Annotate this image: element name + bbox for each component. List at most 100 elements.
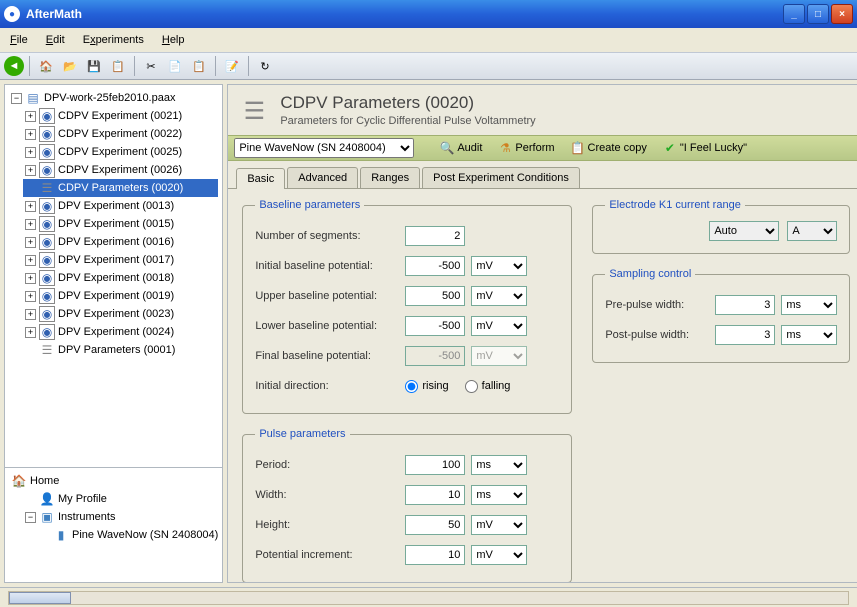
tree-item[interactable]: +◉DPV Experiment (0023) [23,305,218,323]
upper-unit-select[interactable]: mV [471,286,527,306]
tree-item[interactable]: +◉DPV Experiment (0017) [23,251,218,269]
instruments-icon: ▣ [39,509,55,525]
incr-unit-select[interactable]: mV [471,545,527,565]
menu-edit[interactable]: Edit [46,34,65,46]
width-unit-select[interactable]: ms [471,485,527,505]
minimize-button[interactable]: _ [783,4,805,24]
perform-button[interactable]: ⚗Perform [494,139,558,157]
expand-icon[interactable]: + [25,273,36,284]
expand-icon[interactable]: + [25,327,36,338]
tree-item[interactable]: +◉DPV Experiment (0016) [23,233,218,251]
maximize-button[interactable]: □ [807,4,829,24]
init-unit-select[interactable]: mV [471,256,527,276]
height-row: Height: mV [255,510,559,540]
create-copy-button[interactable]: 📋Create copy [567,139,651,157]
tree-item-selected[interactable]: ☰CDPV Parameters (0020) [23,179,218,197]
back-button[interactable]: ◄ [4,56,24,76]
expand-icon[interactable]: + [25,111,36,122]
lucky-button[interactable]: ✔"I Feel Lucky" [659,139,751,157]
close-button[interactable]: × [831,4,853,24]
collapse-icon[interactable]: − [11,93,22,104]
lower-unit-select[interactable]: mV [471,316,527,336]
menu-file[interactable]: File [10,34,28,46]
k1-unit-select[interactable]: A [787,221,837,241]
experiment-tree[interactable]: − ▤ DPV-work-25feb2010.paax +◉CDPV Exper… [5,85,222,467]
save-as-button[interactable]: 📋 [107,55,129,77]
tool-button[interactable]: 📝 [221,55,243,77]
tab-post-experiment[interactable]: Post Experiment Conditions [422,167,580,188]
post-unit-select[interactable]: ms [781,325,837,345]
tree-item[interactable]: +◉DPV Experiment (0018) [23,269,218,287]
pre-unit-select[interactable]: ms [781,295,837,315]
lower-input[interactable] [405,316,465,336]
init-input[interactable] [405,256,465,276]
nseg-label: Number of segments: [255,230,405,242]
rising-radio[interactable]: rising [405,380,448,393]
tree-item[interactable]: +◉DPV Experiment (0015) [23,215,218,233]
expand-icon[interactable]: + [25,309,36,320]
expand-icon[interactable]: + [25,165,36,176]
k1-mode-select[interactable]: Auto [709,221,779,241]
upper-input[interactable] [405,286,465,306]
audit-button[interactable]: 🔍Audit [436,139,486,157]
height-unit-select[interactable]: mV [471,515,527,535]
expand-icon[interactable]: + [25,147,36,158]
post-input[interactable] [715,325,775,345]
tree-item[interactable]: +◉CDPV Experiment (0026) [23,161,218,179]
home-button[interactable]: 🏠 [35,55,57,77]
tree-root[interactable]: − ▤ DPV-work-25feb2010.paax [9,89,218,107]
tab-basic[interactable]: Basic [236,168,285,189]
action-bar: Pine WaveNow (SN 2408004) 🔍Audit ⚗Perfor… [228,135,857,161]
expand-icon[interactable]: + [25,201,36,212]
nseg-input[interactable] [405,226,465,246]
instruments-node[interactable]: −▣Instruments [23,508,218,526]
tree-item[interactable]: ☰DPV Parameters (0001) [23,341,218,359]
open-button[interactable]: 📂 [59,55,81,77]
experiment-icon: ◉ [39,162,55,178]
profile-node[interactable]: 👤My Profile [23,490,218,508]
tree-item[interactable]: +◉DPV Experiment (0013) [23,197,218,215]
home-tree[interactable]: 🏠Home 👤My Profile −▣Instruments ▮Pine Wa… [5,467,222,582]
tree-root-label: DPV-work-25feb2010.paax [44,92,175,104]
height-input[interactable] [405,515,465,535]
tree-item[interactable]: +◉DPV Experiment (0024) [23,323,218,341]
k1-legend: Electrode K1 current range [605,199,744,211]
tab-advanced[interactable]: Advanced [287,167,358,188]
tab-ranges[interactable]: Ranges [360,167,420,188]
width-input[interactable] [405,485,465,505]
tree-item[interactable]: +◉CDPV Experiment (0021) [23,107,218,125]
tree-item[interactable]: +◉CDPV Experiment (0022) [23,125,218,143]
right-pane: ☰ CDPV Parameters (0020) Parameters for … [227,84,857,583]
falling-radio[interactable]: falling [465,380,511,393]
home-node[interactable]: 🏠Home [9,472,218,490]
height-label: Height: [255,519,405,531]
collapse-icon[interactable]: − [25,512,36,523]
expand-icon[interactable]: + [25,255,36,266]
tree-item[interactable]: +◉DPV Experiment (0019) [23,287,218,305]
save-button[interactable]: 💾 [83,55,105,77]
period-input[interactable] [405,455,465,475]
tool-button-2[interactable]: ↻ [254,55,276,77]
paste-button[interactable]: 📋 [188,55,210,77]
device-node[interactable]: ▮Pine WaveNow (SN 2408004) [37,526,218,544]
experiment-icon: ◉ [39,252,55,268]
cut-button[interactable]: ✂ [140,55,162,77]
perform-icon: ⚗ [498,141,512,155]
expand-icon[interactable]: + [25,291,36,302]
menu-help[interactable]: Help [162,34,185,46]
direction-radios: rising falling [405,380,510,393]
period-unit-select[interactable]: ms [471,455,527,475]
expand-icon[interactable]: + [25,237,36,248]
menu-experiments[interactable]: Experiments [83,34,144,46]
pre-input[interactable] [715,295,775,315]
horizontal-scrollbar[interactable] [8,591,849,605]
device-select[interactable]: Pine WaveNow (SN 2408004) [234,138,414,158]
copy-button[interactable]: 📄 [164,55,186,77]
expand-icon[interactable]: + [25,219,36,230]
sampling-fieldset: Sampling control Pre-pulse width: ms Pos… [592,268,850,363]
direction-row: Initial direction: rising falling [255,371,559,401]
tree-item[interactable]: +◉CDPV Experiment (0025) [23,143,218,161]
incr-input[interactable] [405,545,465,565]
titlebar: ● AfterMath _ □ × [0,0,857,28]
expand-icon[interactable]: + [25,129,36,140]
